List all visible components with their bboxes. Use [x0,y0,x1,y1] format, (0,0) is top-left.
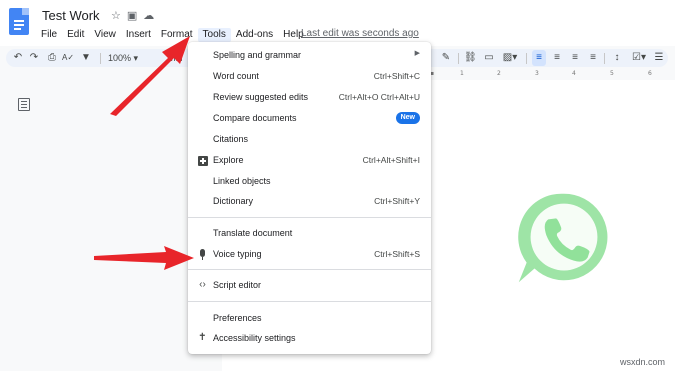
menu-item-citations[interactable]: Citations [188,130,431,150]
spellcheck-icon[interactable]: A✓ [62,50,74,66]
menu-item-shortcut: Ctrl+Alt+O Ctrl+Alt+U [338,92,420,102]
submenu-arrow-icon: ▶ [414,50,420,57]
menu-item-review-suggested-edits[interactable]: Review suggested edits Ctrl+Alt+O Ctrl+A… [188,88,431,108]
menu-item-label: Word count [213,71,259,81]
ruler-tick: 4 [572,70,576,77]
menu-item-translate-document[interactable]: Translate document [188,224,431,244]
new-badge: New [395,112,420,124]
menu-item-label: Accessibility settings [213,333,296,343]
ruler-tick: 3 [535,70,539,77]
menu-item-spelling-grammar[interactable]: Spelling and grammar ▶ [188,46,431,66]
menu-item-shortcut: Ctrl+Alt+Shift+I [362,155,420,165]
undo-icon[interactable]: ↶ [12,50,24,66]
document-outline-icon[interactable] [18,98,30,111]
cloud-status-icon[interactable]: ☁ [143,9,154,22]
last-edit-link[interactable]: Last edit was seconds ago [301,28,419,39]
menu-item-label: Review suggested edits [213,92,309,102]
horizontal-ruler[interactable]: ▪ 1 2 3 4 5 6 [430,70,675,78]
title-actions: ☆ ▣ ☁ [111,9,154,22]
menu-file[interactable]: File [36,28,62,42]
menu-divider [188,217,431,218]
line-spacing-icon[interactable]: ↕ [610,50,624,66]
explore-icon [198,156,208,166]
tools-menu: Spelling and grammar ▶ Word count Ctrl+S… [188,42,431,354]
annotation-arrow-voice-typing [94,246,194,270]
menu-addons[interactable]: Add-ons [231,28,278,42]
microphone-icon [200,249,205,260]
menu-item-shortcut: Ctrl+Shift+Y [374,196,420,206]
menu-item-label: Translate document [213,228,293,238]
justify-icon[interactable]: ≡ [586,50,600,66]
menu-item-label: Compare documents [213,113,297,123]
menu-item-label: Citations [213,134,249,144]
whatsapp-logo-icon [512,185,616,289]
menu-item-label: Linked objects [213,176,271,186]
ruler-tick: 2 [497,70,501,77]
align-left-icon[interactable]: ≡ [532,50,546,66]
google-docs-logo-icon[interactable] [9,8,29,35]
document-title[interactable]: Test Work [42,8,100,23]
add-comment-icon[interactable]: ▭ [483,50,495,66]
bulleted-list-icon[interactable]: ☰ [652,50,666,66]
move-folder-icon[interactable]: ▣ [127,9,137,22]
ruler-tick: 5 [610,70,614,77]
menu-item-voice-typing[interactable]: Voice typing Ctrl+Shift+S [188,245,431,265]
menu-item-word-count[interactable]: Word count Ctrl+Shift+C [188,67,431,87]
menu-item-linked-objects[interactable]: Linked objects [188,172,431,192]
ruler-tick: 6 [648,70,652,77]
menu-divider [188,269,431,270]
menu-item-dictionary[interactable]: Dictionary Ctrl+Shift+Y [188,192,431,212]
menu-item-preferences[interactable]: Preferences [188,309,431,329]
menu-item-label: Voice typing [213,249,262,259]
code-icon: ‹› [199,279,206,290]
menu-item-shortcut: Ctrl+Shift+S [374,249,420,259]
menu-item-accessibility-settings[interactable]: ✝ Accessibility settings [188,329,431,349]
menu-item-label: Script editor [213,280,262,290]
redo-icon[interactable]: ↷ [28,50,40,66]
align-center-icon[interactable]: ≡ [550,50,564,66]
menu-item-compare-documents[interactable]: Compare documents New [188,109,431,129]
menu-item-label: Explore [213,155,244,165]
site-watermark: wsxdn.com [619,357,665,367]
menu-item-shortcut: Ctrl+Shift+C [373,71,420,81]
menu-divider [188,301,431,302]
insert-link-icon[interactable]: ⛓ [464,50,477,66]
checklist-icon[interactable]: ☑▾ [630,50,648,66]
star-icon[interactable]: ☆ [111,9,121,22]
align-right-icon[interactable]: ≡ [568,50,582,66]
menu-item-label: Dictionary [213,196,254,206]
menu-item-explore[interactable]: Explore Ctrl+Alt+Shift+I [188,151,431,171]
accessibility-icon: ✝ [198,332,207,343]
ruler-tick: 1 [460,70,464,77]
paint-format-icon[interactable]: ▼ [80,50,92,66]
menu-item-label: Preferences [213,313,262,323]
highlight-pen-icon[interactable]: ✎ [440,50,452,66]
menu-item-script-editor[interactable]: ‹› Script editor [188,276,431,296]
print-icon[interactable]: ⎙ [46,50,58,66]
menu-tools[interactable]: Tools [197,28,231,42]
menu-item-label: Spelling and grammar [213,50,302,60]
menu-edit[interactable]: Edit [62,28,89,42]
annotation-arrow-tools [110,36,190,116]
insert-image-icon[interactable]: ▨▾ [500,50,520,66]
